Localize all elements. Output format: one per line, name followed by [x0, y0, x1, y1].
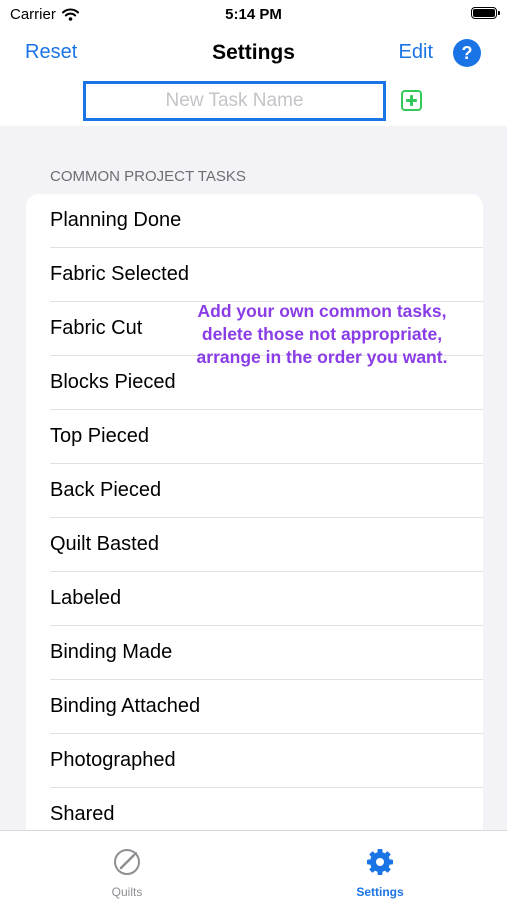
tab-label: Settings — [356, 885, 404, 899]
tab-quilts[interactable]: Quilts — [0, 831, 254, 901]
tab-bar: Quilts Settings — [0, 830, 507, 901]
hint-line: arrange in the order you want. — [196, 347, 448, 367]
task-list: Planning Done Fabric Selected Fabric Cut… — [26, 194, 483, 844]
instruction-hint: Add your own common tasks, delete those … — [172, 300, 472, 369]
gear-icon — [367, 849, 393, 875]
task-row-top-pieced[interactable]: Top Pieced — [50, 410, 483, 464]
tab-label: Quilts — [111, 885, 143, 899]
task-row-labeled[interactable]: Labeled — [50, 572, 483, 626]
task-row-binding-attached[interactable]: Binding Attached — [50, 680, 483, 734]
top-area: Carrier 5:14 PM Reset Settings Edit ? — [0, 0, 507, 126]
tab-settings[interactable]: Settings — [253, 831, 507, 901]
task-row-binding-made[interactable]: Binding Made — [50, 626, 483, 680]
add-task-button[interactable] — [401, 90, 422, 111]
status-bar: Carrier 5:14 PM — [0, 0, 507, 28]
task-row-back-pieced[interactable]: Back Pieced — [50, 464, 483, 518]
task-row-planning-done[interactable]: Planning Done — [50, 194, 483, 248]
quilt-pencil-icon — [114, 849, 140, 875]
status-time: 5:14 PM — [225, 6, 282, 23]
task-row-quilt-basted[interactable]: Quilt Basted — [50, 518, 483, 572]
task-row-photographed[interactable]: Photographed — [50, 734, 483, 788]
new-task-name-input[interactable] — [83, 81, 386, 121]
task-row-fabric-selected[interactable]: Fabric Selected — [50, 248, 483, 302]
help-button[interactable]: ? — [453, 39, 481, 67]
edit-button[interactable]: Edit — [399, 41, 433, 64]
hint-line: Add your own common tasks, — [197, 301, 447, 321]
battery-icon — [471, 7, 500, 19]
section-header: COMMON PROJECT TASKS — [50, 168, 246, 185]
navigation-bar: Reset Settings Edit ? — [0, 30, 507, 74]
hint-line: delete those not appropriate, — [201, 324, 443, 344]
